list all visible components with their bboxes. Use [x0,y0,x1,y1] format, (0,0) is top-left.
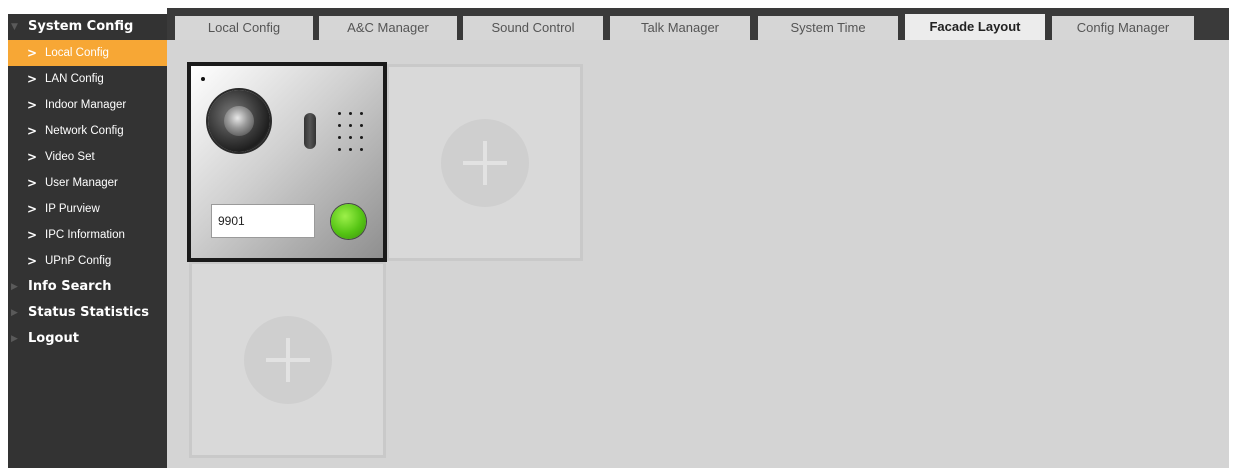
facade-slot [189,261,386,458]
tab-ac-manager[interactable]: A&C Manager [319,16,457,40]
triangle-right-icon: ▶ [11,308,18,318]
sidebar-item-indoor-manager[interactable]: > Indoor Manager [8,92,167,118]
camera-icon [208,90,270,152]
chevron-right-icon: > [27,98,38,112]
sidebar-group-label: Status Statistics [28,305,149,320]
plus-icon [482,140,487,185]
sidebar-group-logout[interactable]: ▶ Logout [8,326,167,352]
tab-sound-control[interactable]: Sound Control [463,16,603,40]
sidebar-group-status-statistics[interactable]: ▶ Status Statistics [8,300,167,326]
call-button[interactable] [331,204,366,239]
sidebar-group-label: Info Search [28,279,112,294]
tab-talk-manager[interactable]: Talk Manager [610,16,750,40]
tab-config-manager[interactable]: Config Manager [1052,16,1194,40]
add-module-button[interactable] [440,118,529,207]
sidebar-group-info-search[interactable]: ▶ Info Search [8,274,167,300]
chevron-right-icon: > [27,176,38,190]
facade-slot [386,64,583,261]
sidebar-item-upnp-config[interactable]: > UPnP Config [8,248,167,274]
sidebar-item-ipc-information[interactable]: > IPC Information [8,222,167,248]
chevron-right-icon: > [27,124,38,138]
sidebar-item-label: Video Set [45,151,95,163]
sidebar-item-video-set[interactable]: > Video Set [8,144,167,170]
ir-sensor-icon [304,113,316,149]
speaker-grille-icon [334,108,374,152]
sidebar-item-label: UPnP Config [45,255,112,267]
chevron-right-icon: > [27,46,38,60]
chevron-right-icon: > [27,150,38,164]
sidebar-item-network-config[interactable]: > Network Config [8,118,167,144]
sidebar-item-label: Local Config [45,47,109,59]
sidebar-item-ip-purview[interactable]: > IP Purview [8,196,167,222]
sidebar-item-lan-config[interactable]: > LAN Config [8,66,167,92]
tab-bar: Local Config A&C Manager Sound Control T… [167,8,1229,40]
tab-system-time[interactable]: System Time [758,16,898,40]
tab-local-config[interactable]: Local Config [175,16,313,40]
add-module-button[interactable] [243,315,332,404]
sidebar-item-label: IP Purview [45,203,100,215]
sidebar-item-user-manager[interactable]: > User Manager [8,170,167,196]
triangle-down-icon: ▼ [11,22,18,32]
door-station-module[interactable]: 9901 [187,62,387,262]
chevron-right-icon: > [27,254,38,268]
sidebar-group-label: System Config [28,19,134,34]
chevron-right-icon: > [27,202,38,216]
indicator-led-icon [201,77,205,81]
facade-layout-area: 9901 [167,40,1229,468]
sidebar-item-label: IPC Information [45,229,125,241]
sidebar-item-label: Network Config [45,125,124,137]
sidebar-group-system-config[interactable]: ▼ System Config [8,14,167,40]
chevron-right-icon: > [27,228,38,242]
triangle-right-icon: ▶ [11,282,18,292]
sidebar-group-label: Logout [28,331,79,346]
triangle-right-icon: ▶ [11,334,18,344]
plus-icon [285,337,290,382]
tab-facade-layout[interactable]: Facade Layout [905,14,1045,40]
sidebar-item-label: Indoor Manager [45,99,127,111]
sidebar: ▼ System Config > Local Config > LAN Con… [8,14,167,468]
sidebar-item-label: User Manager [45,177,118,189]
sidebar-item-label: LAN Config [45,73,104,85]
camera-lens-icon [224,106,254,136]
device-number-field[interactable]: 9901 [211,204,315,238]
top-strip [0,0,1237,8]
chevron-right-icon: > [27,72,38,86]
sidebar-item-local-config[interactable]: > Local Config [8,40,167,66]
